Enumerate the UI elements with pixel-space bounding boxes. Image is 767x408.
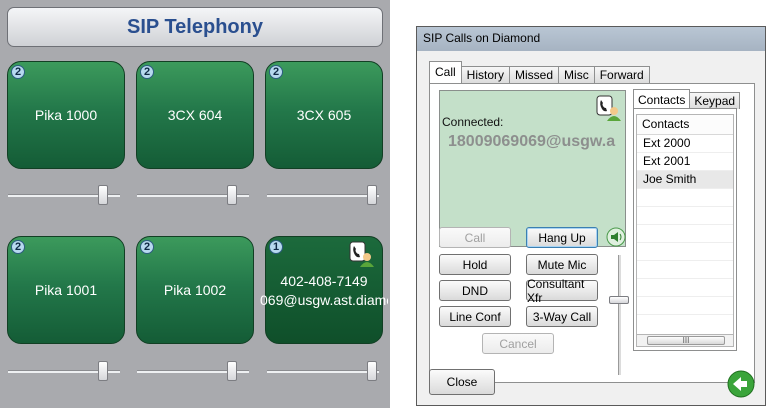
line-count-badge: 2: [11, 240, 25, 254]
empty-row: [637, 207, 733, 225]
main-tab-strip: Call History Missed Misc Forward: [429, 61, 650, 83]
line-tile-pika-1001[interactable]: 2 Pika 1001: [7, 236, 125, 344]
line-volume-slider[interactable]: [267, 361, 379, 381]
empty-row: [637, 189, 733, 207]
slider-thumb[interactable]: [227, 185, 237, 205]
contact-row[interactable]: Ext 2001: [637, 153, 733, 171]
tab-keypad[interactable]: Keypad: [689, 92, 741, 109]
line-tile-label: Pika 1000: [34, 107, 98, 123]
empty-row: [637, 261, 733, 279]
panel-title: SIP Telephony: [7, 7, 383, 47]
line-tile-3cx-605[interactable]: 2 3CX 605: [265, 61, 383, 169]
tab-history[interactable]: History: [460, 66, 511, 83]
hold-button[interactable]: Hold: [439, 254, 511, 275]
three-way-call-button[interactable]: 3-Way Call: [526, 306, 598, 327]
line-tile-pika-1000[interactable]: 2 Pika 1000: [7, 61, 125, 169]
phone-user-icon: [596, 95, 621, 121]
line-tile-pika-1002[interactable]: 2 Pika 1002: [136, 236, 254, 344]
slider-track: [267, 370, 379, 373]
line-volume-slider[interactable]: [8, 185, 120, 205]
line-tile-3cx-604[interactable]: 2 3CX 604: [136, 61, 254, 169]
sip-telephony-panel: SIP Telephony 2 Pika 1000 2 3CX 604 2 3C…: [0, 0, 390, 408]
line-count-badge: 1: [269, 240, 283, 254]
contacts-column-header[interactable]: Contacts: [637, 115, 733, 135]
cancel-button[interactable]: Cancel: [482, 333, 554, 354]
empty-row: [637, 297, 733, 315]
tab-forward[interactable]: Forward: [593, 66, 650, 83]
dnd-button[interactable]: DND: [439, 280, 511, 301]
line-volume-slider[interactable]: [267, 185, 379, 205]
line-count-badge: 2: [140, 240, 154, 254]
line-volume-slider[interactable]: [137, 361, 249, 381]
speaker-icon[interactable]: [606, 227, 626, 247]
slider-thumb[interactable]: [98, 185, 108, 205]
line-tile-label: 3CX 605: [296, 107, 352, 123]
slider-thumb[interactable]: [227, 361, 237, 381]
active-call-number: 402-408-7149: [280, 273, 368, 289]
line-tile-label: Pika 1002: [163, 282, 227, 298]
contact-row[interactable]: Joe Smith: [637, 171, 733, 189]
tab-contacts[interactable]: Contacts: [633, 89, 691, 109]
call-status-label: Connected:: [442, 115, 504, 129]
volume-slider[interactable]: [609, 255, 629, 375]
line-tile-label: 3CX 604: [167, 107, 223, 123]
line-tile-active-call[interactable]: 1 402-408-7149 069@usgw.ast.diamond: [260, 236, 388, 344]
slider-track: [267, 194, 379, 197]
line-volume-slider[interactable]: [8, 361, 120, 381]
slider-thumb[interactable]: [98, 361, 108, 381]
line-count-badge: 2: [11, 65, 25, 79]
tab-missed[interactable]: Missed: [509, 66, 560, 83]
line-count-badge: 2: [269, 65, 283, 79]
mute-mic-button[interactable]: Mute Mic: [526, 254, 598, 275]
call-button[interactable]: Call: [439, 227, 511, 248]
active-call-address: 069@usgw.ast.diamond: [260, 292, 388, 308]
phone-user-icon: [349, 241, 374, 267]
sip-calls-window: SIP Calls on Diamond Call History Missed…: [416, 26, 766, 406]
line-conf-button[interactable]: Line Conf: [439, 306, 511, 327]
line-count-badge: 2: [140, 65, 154, 79]
call-status-area: Connected: 18009069069@usgw.a: [439, 90, 626, 247]
call-sip-address: 18009069069@usgw.a: [448, 133, 616, 150]
volume-track: [618, 255, 621, 375]
volume-thumb[interactable]: [609, 296, 629, 304]
close-button[interactable]: Close: [429, 369, 495, 395]
consultant-xfr-button[interactable]: Consultant Xfr: [526, 277, 598, 305]
hang-up-button[interactable]: Hang Up: [526, 227, 598, 248]
empty-row: [637, 279, 733, 297]
line-volume-slider[interactable]: [137, 185, 249, 205]
tab-misc[interactable]: Misc: [558, 66, 595, 83]
back-arrow-icon[interactable]: [727, 370, 755, 398]
empty-row: [637, 225, 733, 243]
contact-row[interactable]: Ext 2000: [637, 135, 733, 153]
tab-call[interactable]: Call: [429, 61, 462, 83]
line-tile-label: Pika 1001: [34, 282, 98, 298]
contacts-horizontal-scrollbar[interactable]: III: [636, 334, 734, 347]
window-title: SIP Calls on Diamond: [417, 27, 765, 51]
slider-thumb[interactable]: [367, 185, 377, 205]
scrollbar-thumb[interactable]: III: [647, 336, 725, 345]
contacts-list[interactable]: Contacts Ext 2000 Ext 2001 Joe Smith: [636, 114, 734, 336]
contacts-tab-strip: Contacts Keypad: [633, 89, 741, 109]
slider-thumb[interactable]: [367, 361, 377, 381]
empty-row: [637, 243, 733, 261]
